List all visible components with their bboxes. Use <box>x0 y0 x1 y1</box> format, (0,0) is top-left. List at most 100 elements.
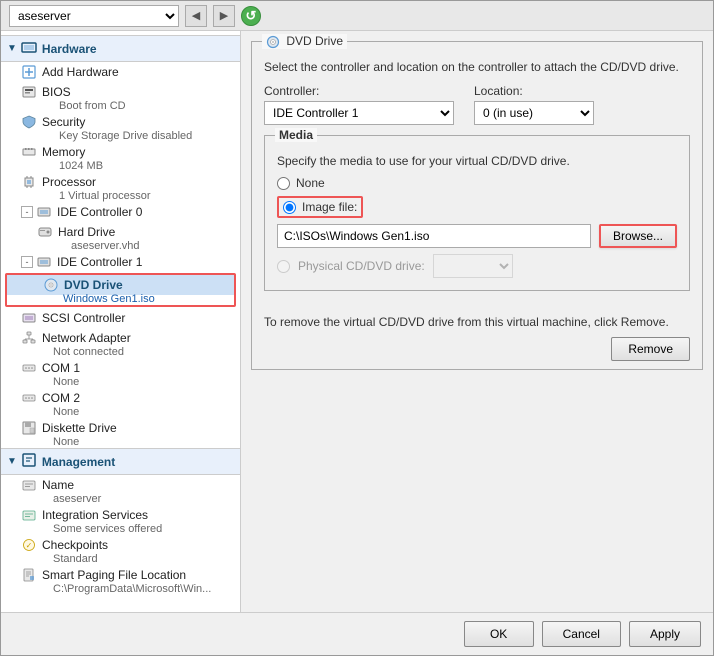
media-group: Media Specify the media to use for your … <box>264 135 690 291</box>
right-panel: DVD Drive Select the controller and loca… <box>241 31 713 612</box>
sidebar-item-ide-controller-1[interactable]: - IDE Controller 1 <box>1 252 240 272</box>
hardware-section-header[interactable]: ▼ Hardware <box>1 35 240 62</box>
memory-icon <box>21 144 37 160</box>
com1-sublabel: None <box>1 376 240 388</box>
ide0-icon <box>36 204 52 220</box>
server-select[interactable]: aseserver <box>9 5 179 27</box>
nav-forward-button[interactable]: ▶ <box>213 5 235 27</box>
security-icon <box>21 114 37 130</box>
remove-description: To remove the virtual CD/DVD drive from … <box>264 315 690 329</box>
remove-btn-row: Remove <box>264 337 690 361</box>
dvd-label: DVD Drive <box>64 278 123 292</box>
title-bar: aseserver ◀ ▶ ↺ <box>1 1 713 31</box>
sidebar-item-memory[interactable]: Memory <box>1 142 240 162</box>
management-section-header[interactable]: ▼ Management <box>1 448 240 475</box>
dvd-drive-container: DVD Drive Windows Gen1.iso <box>5 273 236 307</box>
dvd-panel-title: DVD Drive <box>262 34 347 49</box>
sidebar-item-hard-drive[interactable]: Hard Drive <box>1 222 240 242</box>
hardware-icon <box>21 39 37 58</box>
sidebar-item-security[interactable]: Security <box>1 112 240 132</box>
controller-label: Controller: <box>264 84 454 98</box>
bottom-bar: OK Cancel Apply <box>1 612 713 655</box>
sidebar-item-smart-paging[interactable]: Smart Paging File Location <box>1 565 240 585</box>
network-label: Network Adapter <box>42 331 131 345</box>
sidebar-item-com1[interactable]: COM 1 <box>1 358 240 378</box>
bios-label: BIOS <box>42 85 71 99</box>
sidebar-item-network[interactable]: Network Adapter <box>1 328 240 348</box>
sidebar-item-name[interactable]: Name <box>1 475 240 495</box>
checkpoints-label: Checkpoints <box>42 538 108 552</box>
none-radio[interactable] <box>277 177 290 190</box>
memory-sublabel: 1024 MB <box>1 160 240 172</box>
diskette-sublabel: None <box>1 436 240 448</box>
sidebar-item-processor[interactable]: Processor <box>1 172 240 192</box>
sidebar-item-add-hardware[interactable]: Add Hardware <box>1 62 240 82</box>
diskette-label: Diskette Drive <box>42 421 117 435</box>
checkpoints-icon: ✓ <box>21 537 37 553</box>
refresh-button[interactable]: ↺ <box>241 6 261 26</box>
physical-drive-select[interactable] <box>433 254 513 278</box>
com2-label: COM 2 <box>42 391 80 405</box>
apply-button[interactable]: Apply <box>629 621 701 647</box>
smart-paging-sublabel: C:\ProgramData\Microsoft\Win... <box>1 583 240 595</box>
ide1-label: IDE Controller 1 <box>57 255 142 269</box>
image-file-input[interactable] <box>277 224 591 248</box>
sidebar-item-dvd-drive[interactable]: DVD Drive <box>7 275 234 295</box>
name-label: Name <box>42 478 74 492</box>
physical-drive-row: Physical CD/DVD drive: <box>277 254 677 278</box>
none-label[interactable]: None <box>296 176 325 190</box>
ide0-expand-icon: - <box>21 206 33 218</box>
sidebar-item-bios[interactable]: BIOS <box>1 82 240 102</box>
location-label: Location: <box>474 84 594 98</box>
none-radio-row: None <box>277 176 677 190</box>
integration-icon <box>21 507 37 523</box>
com1-icon <box>21 360 37 376</box>
sidebar-item-diskette[interactable]: Diskette Drive <box>1 418 240 438</box>
bios-icon <box>21 84 37 100</box>
dvd-description: Select the controller and location on th… <box>264 60 690 74</box>
smart-paging-label: Smart Paging File Location <box>42 568 186 582</box>
physical-label: Physical CD/DVD drive: <box>298 259 425 273</box>
nav-back-button[interactable]: ◀ <box>185 5 207 27</box>
processor-icon <box>21 174 37 190</box>
ide1-icon <box>36 254 52 270</box>
network-icon <box>21 330 37 346</box>
processor-sublabel: 1 Virtual processor <box>1 190 240 202</box>
location-group: Location: 0 (in use) <box>474 84 594 125</box>
checkpoints-sublabel: Standard <box>1 553 240 565</box>
physical-radio[interactable] <box>277 260 290 273</box>
image-file-radio-row: Image file: <box>277 196 363 218</box>
sidebar-item-scsi[interactable]: SCSI Controller <box>1 308 240 328</box>
sidebar-item-checkpoints[interactable]: ✓ Checkpoints <box>1 535 240 555</box>
add-hardware-label: Add Hardware <box>42 65 119 79</box>
image-file-radio[interactable] <box>283 201 296 214</box>
controller-select[interactable]: IDE Controller 1 <box>264 101 454 125</box>
sidebar-item-integration[interactable]: Integration Services <box>1 505 240 525</box>
com1-label: COM 1 <box>42 361 80 375</box>
harddrive-label: Hard Drive <box>58 225 115 239</box>
management-section-label: Management <box>42 455 115 469</box>
security-sublabel: Key Storage Drive disabled <box>1 130 240 142</box>
remove-button[interactable]: Remove <box>611 337 690 361</box>
management-icon <box>21 452 37 471</box>
cancel-button[interactable]: Cancel <box>542 621 621 647</box>
add-hardware-icon <box>21 64 37 80</box>
browse-button[interactable]: Browse... <box>599 224 677 248</box>
svg-text:✓: ✓ <box>26 541 33 550</box>
harddrive-sublabel: aseserver.vhd <box>1 240 240 252</box>
integration-sublabel: Some services offered <box>1 523 240 535</box>
processor-label: Processor <box>42 175 96 189</box>
image-file-input-row: Browse... <box>277 224 677 248</box>
scsi-label: SCSI Controller <box>42 311 125 325</box>
dvd-drive-panel: DVD Drive Select the controller and loca… <box>251 41 703 370</box>
sidebar-item-ide-controller-0[interactable]: - IDE Controller 0 <box>1 202 240 222</box>
location-select[interactable]: 0 (in use) <box>474 101 594 125</box>
ok-button[interactable]: OK <box>464 621 534 647</box>
ide1-expand-icon: - <box>21 256 33 268</box>
sidebar-item-com2[interactable]: COM 2 <box>1 388 240 408</box>
image-file-label[interactable]: Image file: <box>302 200 357 214</box>
dvd-icon <box>43 277 59 293</box>
bios-sublabel: Boot from CD <box>1 100 240 112</box>
name-sublabel: aseserver <box>1 493 240 505</box>
ide0-label: IDE Controller 0 <box>57 205 142 219</box>
